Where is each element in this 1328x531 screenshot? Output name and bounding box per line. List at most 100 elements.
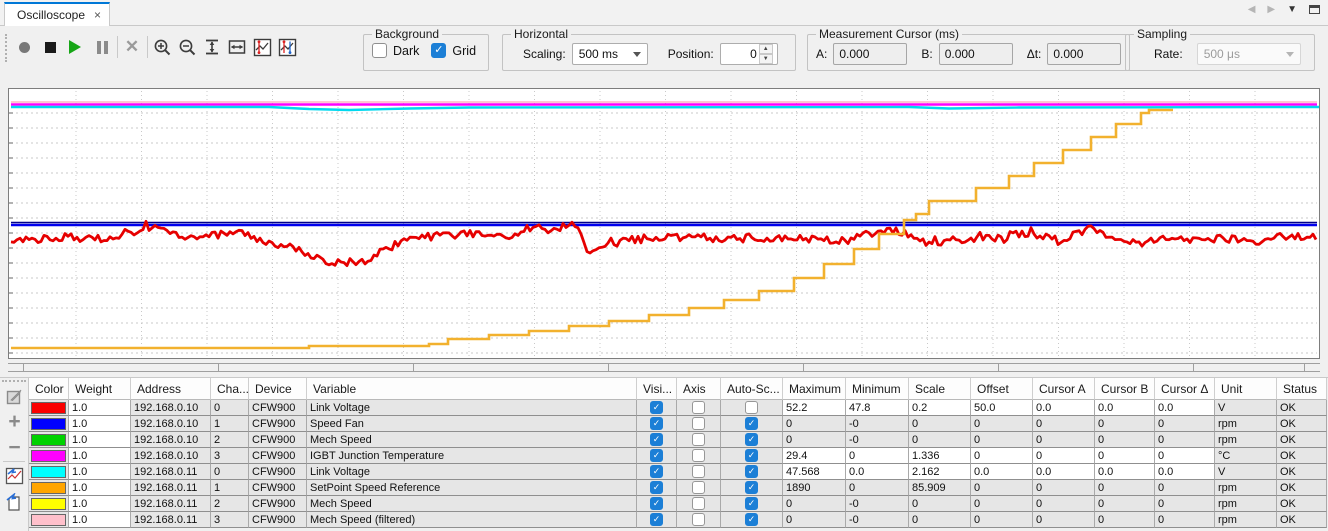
column-header-cursor-a[interactable]: Cursor A xyxy=(1033,378,1095,400)
axis-checkbox[interactable] xyxy=(692,497,705,510)
column-header-minimum[interactable]: Minimum xyxy=(846,378,909,400)
fit-height-icon[interactable] xyxy=(201,35,223,59)
scale-cell[interactable]: 2.162 xyxy=(909,464,971,480)
visible-checkbox[interactable]: ✓ xyxy=(650,417,663,430)
offset-cell[interactable]: 50.0 xyxy=(971,400,1033,416)
table-row[interactable]: 1.0192.168.0.102CFW900Mech Speed✓✓0-0000… xyxy=(29,432,1328,448)
channel-toolbar-grip[interactable] xyxy=(2,380,26,383)
axis-checkbox[interactable] xyxy=(692,401,705,414)
visible-checkbox[interactable]: ✓ xyxy=(650,449,663,462)
tab-oscilloscope[interactable]: Oscilloscope × xyxy=(4,2,110,26)
autoscale-checkbox[interactable]: ✓ xyxy=(745,465,758,478)
color-swatch[interactable] xyxy=(29,496,69,512)
cursor-b-cell[interactable]: 0.0 xyxy=(1095,464,1155,480)
tab-list-icon[interactable]: ▼ xyxy=(1287,4,1297,15)
visible-checkbox[interactable]: ✓ xyxy=(650,481,663,494)
visible-checkbox[interactable]: ✓ xyxy=(650,433,663,446)
autoscale-y-icon[interactable] xyxy=(251,35,273,59)
scale-cell[interactable]: 1.336 xyxy=(909,448,971,464)
column-header-maximum[interactable]: Maximum xyxy=(783,378,846,400)
minimum-cell[interactable]: 47.8 xyxy=(846,400,909,416)
autoscale-checkbox[interactable]: ✓ xyxy=(745,433,758,446)
offset-cell[interactable]: 0.0 xyxy=(971,464,1033,480)
weight-cell[interactable]: 1.0 xyxy=(69,496,131,512)
toolbar-grip[interactable] xyxy=(5,34,8,62)
cursor-delta-cell[interactable]: 0.0 xyxy=(1155,400,1215,416)
column-header-address[interactable]: Address xyxy=(131,378,211,400)
record-icon[interactable] xyxy=(13,35,35,59)
weight-cell[interactable]: 1.0 xyxy=(69,400,131,416)
visible-checkbox[interactable]: ✓ xyxy=(650,465,663,478)
axis-checkbox[interactable] xyxy=(692,449,705,462)
weight-cell[interactable]: 1.0 xyxy=(69,464,131,480)
grid-checkbox[interactable]: ✓ xyxy=(431,43,446,58)
dark-checkbox[interactable] xyxy=(372,43,387,58)
spin-down-icon[interactable]: ▼ xyxy=(759,54,773,64)
column-header-variable[interactable]: Variable xyxy=(307,378,637,400)
column-header-scale[interactable]: Scale xyxy=(909,378,971,400)
zoom-in-icon[interactable] xyxy=(151,35,173,59)
color-swatch[interactable] xyxy=(29,464,69,480)
oscilloscope-plot[interactable] xyxy=(8,88,1320,359)
autoscale-checkbox[interactable] xyxy=(745,401,758,414)
clear-icon[interactable]: ✕ xyxy=(121,35,143,59)
position-input[interactable]: 0 ▲ ▼ xyxy=(720,43,778,65)
autoscale-checkbox[interactable]: ✓ xyxy=(745,513,758,526)
scaling-select[interactable]: 500 ms xyxy=(572,43,648,65)
axis-checkbox[interactable] xyxy=(692,417,705,430)
color-swatch[interactable] xyxy=(29,448,69,464)
axis-checkbox[interactable] xyxy=(692,465,705,478)
cursor-b-cell[interactable]: 0.0 xyxy=(1095,400,1155,416)
weight-cell[interactable]: 1.0 xyxy=(69,432,131,448)
nav-forward-icon[interactable]: ▶ xyxy=(1267,4,1275,15)
column-header-weight[interactable]: Weight xyxy=(69,378,131,400)
maximum-cell[interactable]: 47.568 xyxy=(783,464,846,480)
autoscale-checkbox[interactable]: ✓ xyxy=(745,497,758,510)
table-row[interactable]: 1.0192.168.0.111CFW900SetPoint Speed Ref… xyxy=(29,480,1328,496)
cursor-a-cell[interactable]: 0.0 xyxy=(1033,464,1095,480)
column-header-status[interactable]: Status xyxy=(1277,378,1327,400)
column-header-unit[interactable]: Unit xyxy=(1215,378,1277,400)
column-header-autoscale[interactable]: Auto-Sc... xyxy=(721,378,783,400)
offset-cell[interactable]: 0 xyxy=(971,448,1033,464)
horizontal-ruler[interactable] xyxy=(8,363,1320,372)
scale-cell[interactable]: 0.2 xyxy=(909,400,971,416)
spin-up-icon[interactable]: ▲ xyxy=(759,44,773,54)
minimum-cell[interactable]: 0 xyxy=(846,448,909,464)
maximum-cell[interactable]: 52.2 xyxy=(783,400,846,416)
table-row[interactable]: 1.0192.168.0.110CFW900Link Voltage✓✓47.5… xyxy=(29,464,1328,480)
column-header-axis[interactable]: Axis xyxy=(677,378,721,400)
zoom-out-icon[interactable] xyxy=(176,35,198,59)
color-swatch[interactable] xyxy=(29,432,69,448)
restore-window-icon[interactable] xyxy=(1309,5,1320,14)
column-header-cursor-b[interactable]: Cursor B xyxy=(1095,378,1155,400)
maximum-cell[interactable]: 29.4 xyxy=(783,448,846,464)
table-row[interactable]: 1.0192.168.0.101CFW900Speed Fan✓✓0-00000… xyxy=(29,416,1328,432)
visible-checkbox[interactable]: ✓ xyxy=(650,497,663,510)
cursor-a-cell[interactable]: 0.0 xyxy=(1033,400,1095,416)
cursor-delta-cell[interactable]: 0.0 xyxy=(1155,464,1215,480)
edit-icon[interactable] xyxy=(3,385,26,408)
color-swatch[interactable] xyxy=(29,480,69,496)
cursor-b-cell[interactable]: 0 xyxy=(1095,448,1155,464)
axis-checkbox[interactable] xyxy=(692,481,705,494)
play-icon[interactable] xyxy=(64,35,86,59)
weight-cell[interactable]: 1.0 xyxy=(69,448,131,464)
autoscale-checkbox[interactable]: ✓ xyxy=(745,481,758,494)
cursor-delta-cell[interactable]: 0 xyxy=(1155,448,1215,464)
weight-cell[interactable]: 1.0 xyxy=(69,512,131,528)
column-header-channel[interactable]: Cha... xyxy=(211,378,249,400)
pause-icon[interactable] xyxy=(91,35,113,59)
column-header-device[interactable]: Device xyxy=(249,378,307,400)
nav-back-icon[interactable]: ◀ xyxy=(1248,4,1256,15)
column-header-visible[interactable]: Visi... xyxy=(637,378,677,400)
export-file-icon[interactable] xyxy=(3,491,26,514)
tab-close-icon[interactable]: × xyxy=(94,9,101,21)
weight-cell[interactable]: 1.0 xyxy=(69,416,131,432)
color-swatch[interactable] xyxy=(29,400,69,416)
color-swatch[interactable] xyxy=(29,512,69,528)
visible-checkbox[interactable]: ✓ xyxy=(650,513,663,526)
cursor-a-cell[interactable]: 0 xyxy=(1033,448,1095,464)
fit-width-icon[interactable] xyxy=(226,35,248,59)
axis-checkbox[interactable] xyxy=(692,433,705,446)
